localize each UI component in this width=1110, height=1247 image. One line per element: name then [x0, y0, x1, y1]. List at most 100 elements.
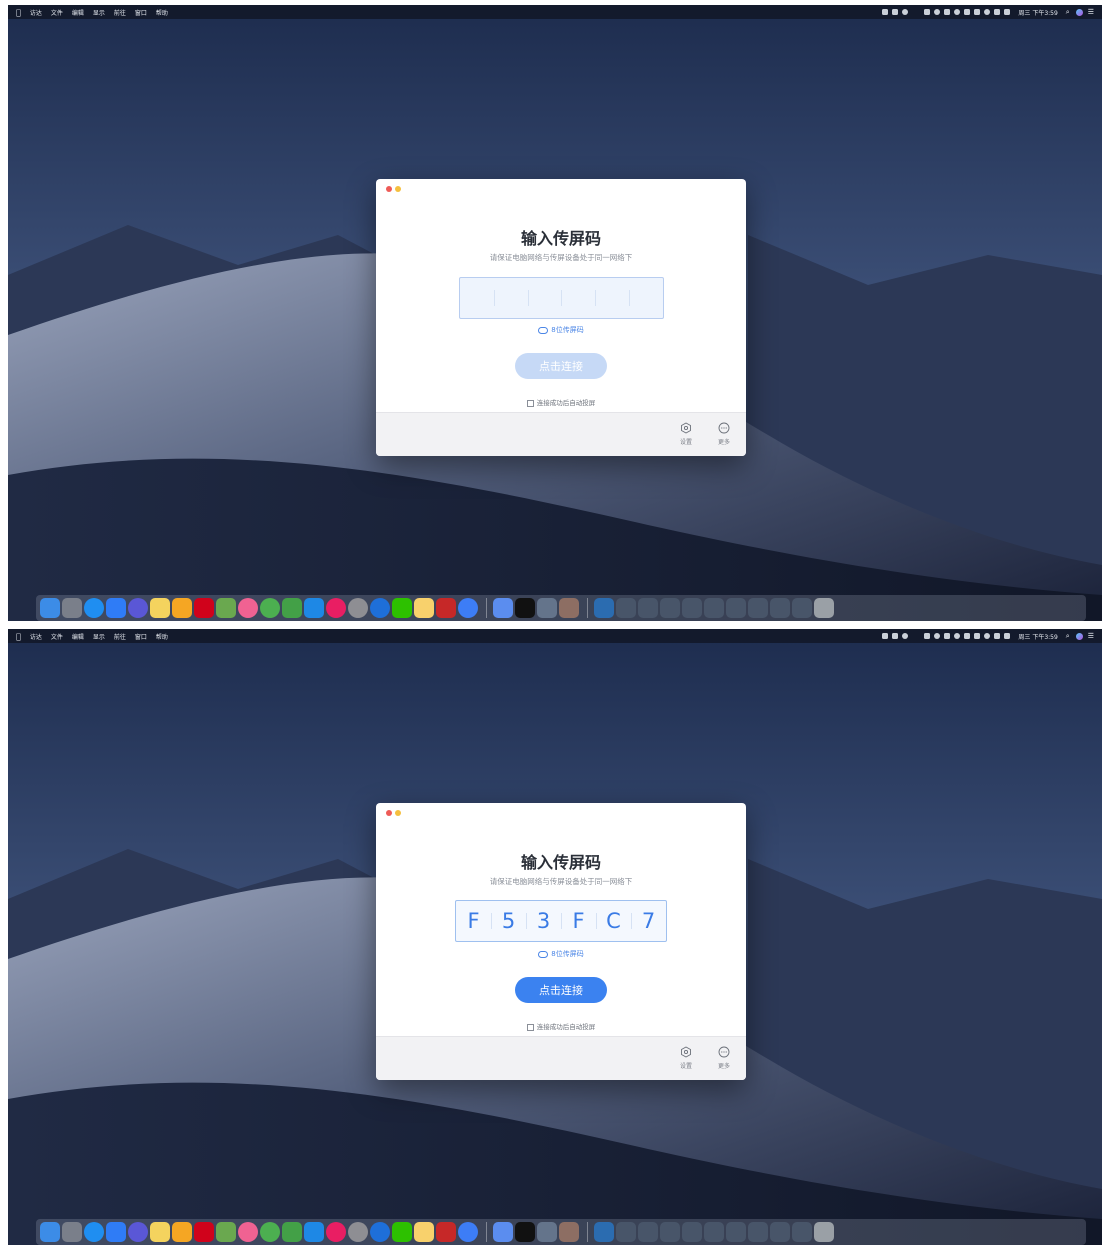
menu-item-view[interactable]: 显示 [93, 632, 105, 641]
window-1-icon[interactable] [616, 598, 636, 618]
siri-icon[interactable] [1075, 632, 1083, 640]
launchpad-icon[interactable] [62, 598, 82, 618]
browser-icon[interactable] [370, 1222, 390, 1242]
photos-icon[interactable] [238, 1222, 258, 1242]
photos-icon[interactable] [238, 598, 258, 618]
chrome-icon[interactable] [260, 598, 280, 618]
numbers-icon[interactable] [282, 1222, 302, 1242]
wechat-tray-icon[interactable] [944, 9, 951, 15]
window-7-icon[interactable] [748, 598, 768, 618]
connect-button[interactable]: 点击连接 [515, 977, 607, 1003]
screenshot-icon[interactable] [414, 1222, 434, 1242]
window-3-icon[interactable] [660, 1222, 680, 1242]
keynote-icon[interactable] [304, 598, 324, 618]
launchpad-icon[interactable] [62, 1222, 82, 1242]
more-button[interactable]: 更多 [712, 422, 736, 446]
auto-cast-checkbox[interactable] [526, 399, 534, 407]
status-tray-icon[interactable] [954, 9, 961, 15]
wechat-icon[interactable] [392, 1222, 412, 1242]
app-store-icon[interactable] [106, 598, 126, 618]
sketch-icon[interactable] [172, 598, 192, 618]
volume-icon[interactable] [994, 633, 1001, 639]
image-capture-icon[interactable] [537, 1222, 557, 1242]
menu-item-edit[interactable]: 编辑 [72, 632, 84, 641]
display-icon[interactable] [964, 9, 971, 15]
menu-item-file[interactable]: 文件 [51, 8, 63, 17]
status-tray-icon[interactable] [882, 9, 889, 15]
acrobat-icon[interactable] [436, 1222, 456, 1242]
menu-item-go[interactable]: 前往 [114, 8, 126, 17]
window-close-button[interactable] [386, 186, 392, 192]
status-tray-icon[interactable] [892, 633, 899, 639]
qq-icon[interactable] [515, 598, 535, 618]
system-preferences-icon[interactable] [348, 598, 368, 618]
music-icon[interactable] [326, 598, 346, 618]
apple-menu-icon[interactable]:  [16, 8, 21, 17]
display-icon[interactable] [964, 633, 971, 639]
bluetooth-icon[interactable] [974, 9, 981, 15]
keynote-icon[interactable] [304, 1222, 324, 1242]
menu-item-help[interactable]: 帮助 [156, 632, 168, 641]
menu-item-edit[interactable]: 编辑 [72, 8, 84, 17]
window-minimize-button[interactable] [395, 810, 401, 816]
cast-code-input[interactable] [459, 277, 664, 319]
menubar-clock[interactable]: 周三 下午3:59 [1018, 632, 1057, 641]
cloud-icon[interactable] [902, 633, 909, 639]
youdao-icon[interactable] [194, 598, 214, 618]
menu-item-view[interactable]: 显示 [93, 8, 105, 17]
window-5-icon[interactable] [704, 598, 724, 618]
menu-item-window[interactable]: 窗口 [135, 632, 147, 641]
youdao-icon[interactable] [194, 1222, 214, 1242]
spotlight-search-icon[interactable]: ⌕ [1066, 632, 1070, 641]
siri-icon[interactable] [1075, 8, 1083, 16]
window-8-icon[interactable] [770, 598, 790, 618]
input-method-icon[interactable] [1004, 9, 1011, 15]
books-icon[interactable] [559, 1222, 579, 1242]
status-tray-icon[interactable] [882, 633, 889, 639]
apple-menu-icon[interactable]:  [16, 632, 21, 641]
auto-cast-option[interactable]: 连接成功后自动投屏 [376, 397, 746, 407]
menu-item-go[interactable]: 前往 [114, 632, 126, 641]
window-6-icon[interactable] [726, 598, 746, 618]
more-button[interactable]: 更多 [712, 1046, 736, 1070]
menu-item-help[interactable]: 帮助 [156, 8, 168, 17]
browser-icon[interactable] [370, 598, 390, 618]
ticktick-icon[interactable] [458, 598, 478, 618]
status-tray-icon[interactable] [924, 9, 931, 15]
auto-cast-option[interactable]: 连接成功后自动投屏 [376, 1021, 746, 1031]
siri-icon[interactable] [128, 1222, 148, 1242]
notification-center-icon[interactable]: ☰ [1088, 632, 1094, 640]
music-icon[interactable] [326, 1222, 346, 1242]
code-length-toggle[interactable]: 8位传屏码 [376, 949, 746, 959]
trash-icon[interactable] [814, 598, 834, 618]
sketch-icon[interactable] [172, 1222, 192, 1242]
window-6-icon[interactable] [726, 1222, 746, 1242]
cloud-icon[interactable] [902, 9, 909, 15]
code-length-toggle[interactable]: 8位传屏码 [376, 325, 746, 335]
books-icon[interactable] [559, 598, 579, 618]
window-close-button[interactable] [386, 810, 392, 816]
acrobat-icon[interactable] [436, 598, 456, 618]
window-4-icon[interactable] [682, 598, 702, 618]
window-9-icon[interactable] [792, 1222, 812, 1242]
chrome-icon[interactable] [260, 1222, 280, 1242]
menu-item-finder[interactable]: 访达 [30, 8, 42, 17]
finder-icon[interactable] [40, 598, 60, 618]
window-1-icon[interactable] [616, 1222, 636, 1242]
wifi-icon[interactable] [984, 9, 991, 15]
settings-button[interactable]: 设置 [674, 1046, 698, 1070]
window-9-icon[interactable] [792, 598, 812, 618]
ticktick-icon[interactable] [458, 1222, 478, 1242]
wechat-icon[interactable] [392, 598, 412, 618]
screen-share-icon[interactable] [493, 1222, 513, 1242]
screenshot-icon[interactable] [414, 598, 434, 618]
system-preferences-icon[interactable] [348, 1222, 368, 1242]
wifi-icon[interactable] [984, 633, 991, 639]
cast-code-input[interactable]: F53FC7 [455, 900, 667, 942]
siri-icon[interactable] [128, 598, 148, 618]
bluetooth-icon[interactable] [974, 633, 981, 639]
window-4-icon[interactable] [682, 1222, 702, 1242]
window-8-icon[interactable] [770, 1222, 790, 1242]
status-tray-icon[interactable] [934, 633, 941, 639]
window-minimize-button[interactable] [395, 186, 401, 192]
